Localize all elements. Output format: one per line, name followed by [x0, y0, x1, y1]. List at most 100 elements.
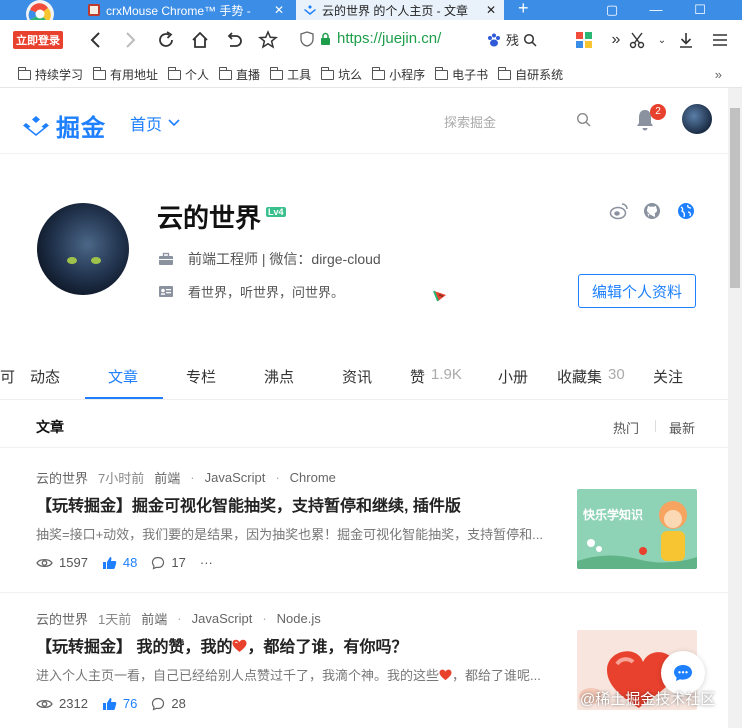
tab-label: 收藏集: [557, 369, 603, 386]
tab-likes[interactable]: 赞 1.9K: [410, 366, 462, 387]
back-icon[interactable]: [84, 28, 108, 52]
bookmark-folder[interactable]: 个人: [168, 66, 209, 83]
profile-name: 云的世界: [157, 203, 262, 233]
menu-icon[interactable]: [708, 28, 732, 52]
heart-emoji-icon: [232, 639, 247, 652]
site-header: 掘金 首页 探索掘金 2: [0, 88, 728, 154]
like-button[interactable]: 76: [102, 696, 137, 711]
tab-following[interactable]: 关注: [653, 366, 683, 387]
scissors-icon[interactable]: [626, 28, 650, 52]
globe-icon[interactable]: [677, 202, 695, 220]
maximize-window-icon[interactable]: ☐: [680, 0, 720, 20]
undo-close-icon[interactable]: [222, 28, 246, 52]
search-engine-box[interactable]: 残: [486, 30, 537, 49]
tab-label: 沸点: [264, 369, 295, 386]
user-avatar[interactable]: [682, 104, 712, 134]
login-badge[interactable]: 立即登录: [13, 31, 63, 49]
article-thumbnail[interactable]: 快乐学知识: [577, 489, 697, 569]
forward-icon[interactable]: [118, 28, 142, 52]
sort-hot-button[interactable]: 热门: [613, 418, 639, 437]
profile-job-row: 前端工程师 | 微信：dirge-cloud: [158, 249, 381, 269]
article-title-part: ，都给了谁，有你吗？: [247, 639, 408, 656]
comment-button[interactable]: 28: [151, 696, 186, 711]
tab-label: 资讯: [342, 369, 373, 386]
article-author[interactable]: 云的世界: [36, 468, 88, 487]
tab-count: 30: [608, 366, 625, 383]
home-icon[interactable]: [188, 28, 212, 52]
article-meta: 云的世界 7小时前 前端 · JavaScript · Chrome: [36, 468, 336, 487]
comment-button[interactable]: 17: [151, 555, 186, 570]
article-tag[interactable]: Node.js: [277, 611, 321, 626]
article-title[interactable]: 【玩转掘金】 我的赞，我的 ，都给了谁，有你吗？: [36, 633, 407, 657]
juejin-logo[interactable]: 掘金: [22, 108, 106, 143]
views-count: 1597: [59, 555, 88, 570]
tab-label: 动态: [30, 369, 61, 386]
article-tag[interactable]: JavaScript: [205, 470, 266, 485]
tab-columns[interactable]: 专栏: [186, 366, 216, 387]
site-search-input[interactable]: 探索掘金: [444, 112, 496, 131]
folder-icon: [372, 66, 386, 80]
bookmark-folder[interactable]: 电子书: [435, 66, 488, 83]
bookmarks-more-button[interactable]: »: [715, 67, 722, 82]
more-button[interactable]: ···: [200, 555, 213, 570]
bookmark-folder[interactable]: 有用地址: [93, 66, 158, 83]
minimize-window-icon[interactable]: —: [636, 0, 676, 20]
browser-tab-juejin[interactable]: 云的世界 的个人主页 - 文章 ✕: [296, 0, 504, 20]
folder-icon: [321, 66, 335, 80]
url-field[interactable]: https://juejin.cn/: [300, 30, 441, 47]
more-extensions-icon[interactable]: »: [604, 28, 628, 52]
close-tab-icon[interactable]: ✕: [274, 3, 284, 17]
tab-news[interactable]: 资讯: [342, 366, 372, 387]
bookmark-folder[interactable]: 小程序: [372, 66, 425, 83]
tab-booklets[interactable]: 小册: [498, 366, 528, 387]
search-icon[interactable]: [576, 112, 591, 127]
article-tag[interactable]: 前端: [154, 468, 180, 487]
edit-profile-button[interactable]: 编辑个人资料: [578, 274, 696, 308]
close-tab-icon[interactable]: ✕: [486, 3, 496, 17]
crxmouse-favicon-icon: [88, 4, 100, 16]
article-tag[interactable]: Chrome: [290, 470, 336, 485]
shield-icon: [300, 30, 314, 47]
likes-count: 48: [122, 555, 138, 570]
bookmark-folder[interactable]: 直播: [219, 66, 260, 83]
tab-collections[interactable]: 收藏集 30: [557, 366, 625, 387]
tab-label: 文章: [108, 369, 139, 386]
pin-window-icon[interactable]: ▢: [592, 0, 632, 20]
favorite-star-icon[interactable]: [256, 28, 280, 52]
home-nav-dropdown[interactable]: 首页: [130, 111, 180, 135]
github-icon[interactable]: [643, 202, 661, 220]
weibo-icon[interactable]: [609, 202, 629, 220]
article-author[interactable]: 云的世界: [36, 609, 88, 628]
reload-icon[interactable]: [154, 28, 178, 52]
tag-separator: ·: [262, 611, 267, 626]
tab-pins[interactable]: 沸点: [264, 366, 294, 387]
new-tab-button[interactable]: +: [518, 0, 529, 19]
article-description[interactable]: 进入个人主页一看，自己已经给别人点赞过千了，我滴个神。我的这些 ，都给了谁呢...: [36, 665, 550, 684]
comments-count: 28: [171, 696, 186, 711]
article-item[interactable]: 云的世界 1天前 前端 · JavaScript · Node.js 【玩转掘金…: [0, 609, 728, 728]
juejin-logo-icon: [23, 115, 49, 136]
scrollbar-thumb[interactable]: [730, 108, 740, 288]
logo-text: 掘金: [56, 115, 106, 142]
bookmark-folder[interactable]: 自研系统: [498, 66, 563, 83]
article-item[interactable]: 云的世界 7小时前 前端 · JavaScript · Chrome 【玩转掘金…: [0, 468, 728, 594]
download-icon[interactable]: [674, 28, 698, 52]
bookmark-folder[interactable]: 工具: [270, 66, 311, 83]
bookmark-folder[interactable]: 坑么: [321, 66, 362, 83]
browser-tab-crxmouse[interactable]: crxMouse Chrome™ 手势 - ✕: [80, 0, 292, 20]
tab-activity[interactable]: 动态: [30, 366, 60, 387]
apps-icon[interactable]: [572, 28, 596, 52]
like-button[interactable]: 48: [102, 555, 137, 570]
article-tag[interactable]: JavaScript: [192, 611, 253, 626]
sort-new-button[interactable]: 最新: [669, 418, 695, 437]
search-icon[interactable]: [523, 33, 537, 47]
article-tag[interactable]: 前端: [141, 609, 167, 628]
article-title[interactable]: 【玩转掘金】掘金可视化智能抽奖，支持暂停和继续, 插件版: [36, 492, 461, 516]
dropdown-chevron-icon[interactable]: ⌄: [650, 28, 674, 52]
divider: [0, 447, 728, 448]
bookmark-label: 持续学习: [35, 68, 84, 82]
tab-articles[interactable]: 文章: [108, 366, 138, 387]
bookmark-folder[interactable]: 持续学习: [18, 66, 83, 83]
tag-separator: ·: [177, 611, 182, 626]
article-description[interactable]: 抽奖=接口+动效，我们要的是结果，因为抽奖也累！掘金可视化智能抽奖，支持暂停和.…: [36, 524, 550, 543]
